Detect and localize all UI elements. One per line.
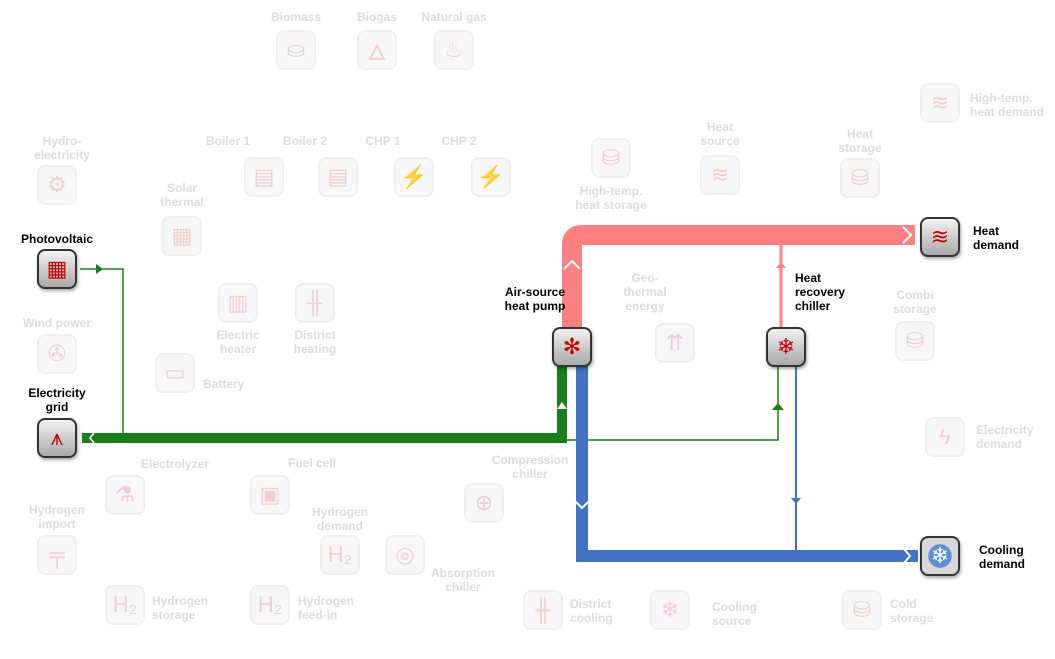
node-label-heat-source: Heat source (700, 120, 740, 148)
lightning-icon[interactable]: ϟ (925, 417, 965, 457)
node-label-heat-demand: Heat demand (973, 224, 1020, 252)
node-label-grid: Electricity grid (28, 386, 86, 414)
water-wheel-icon[interactable]: ⚙ (37, 165, 77, 205)
flame-icon[interactable]: ♨ (434, 30, 474, 70)
tank-icon[interactable]: ⛁ (840, 158, 880, 198)
node-label-h2-demand: Hydrogen demand (311, 505, 368, 533)
tank-icon[interactable]: ⛁ (895, 321, 935, 361)
solar-collector-icon[interactable]: ▦ (162, 216, 202, 256)
electricity-pipe-grid (82, 362, 567, 443)
node-label-absorption-chiller: Absorption chiller (431, 566, 495, 594)
district-heating-icon[interactable]: ╫ (295, 283, 335, 323)
node-label-photovoltaic: Photovoltaic (20, 232, 93, 246)
boiler-icon[interactable]: ▤ (318, 157, 358, 197)
node-label-ht-storage: High-temp. heat storage (575, 184, 647, 212)
node-label-geothermal: Geo- thermal energy (623, 271, 667, 313)
node-label-wind: Wind power (23, 316, 91, 330)
electricity-flow-arrow (772, 403, 784, 410)
node-label-h2-import: Hydrogen import (28, 503, 85, 531)
node-label-heat-storage: Heat storage (838, 127, 882, 155)
heat-recovery-chiller-icon[interactable]: ❄ (766, 327, 806, 367)
boiler-icon[interactable]: ▤ (244, 157, 284, 197)
electricity-flow-arrow (96, 264, 103, 274)
node-label-compression-chiller: Compression chiller (491, 453, 569, 481)
snowflake-icon[interactable]: ❄ (650, 590, 690, 630)
cooling-pipe-main (576, 364, 918, 562)
node-label-district-cooling: District cooling (570, 597, 613, 625)
node-label-high-temp-heat-demand: High-temp. heat demand (970, 91, 1045, 119)
node-label-hydro: Hydro- electricity (33, 134, 91, 162)
heat-waves-icon[interactable]: ≋ (920, 217, 960, 257)
engine-icon[interactable]: ⚡ (394, 157, 434, 197)
h2-feed-icon[interactable]: H₂ (250, 585, 290, 625)
node-label-hr-chiller: Heat recovery chiller (795, 271, 846, 313)
engine-icon[interactable]: ⚡ (471, 157, 511, 197)
cooling-flow-arrow (791, 498, 801, 504)
heat-pump-icon[interactable]: ✻ (552, 327, 592, 367)
district-cooling-icon[interactable]: ╫ (523, 590, 563, 630)
node-label-h2-feedin: Hydrogen feed-in (298, 594, 355, 622)
electricity-pipe-chiller (566, 366, 779, 441)
pylon-icon[interactable]: ⩚ (37, 418, 77, 458)
node-label-electrolyzer: Electrolyzer (140, 457, 210, 471)
electric-heater-icon[interactable]: ▥ (218, 283, 258, 323)
node-label-h2-storage: Hydrogen storage (152, 594, 209, 622)
wind-turbine-icon[interactable]: ✇ (37, 334, 77, 374)
bio-flame-icon[interactable]: 🜂 (357, 30, 397, 70)
solar-panel-icon[interactable]: ▦ (37, 249, 77, 289)
node-label-cold-storage: Cold storage (890, 597, 934, 625)
node-label-combi-storage: Combi storage (893, 288, 937, 316)
node-label-solar-thermal: Solar thermal (160, 181, 204, 209)
tank-icon[interactable]: ⛁ (591, 138, 631, 178)
node-label-fuel-cell: Fuel cell (287, 456, 337, 470)
heat-flow-arrow (776, 262, 786, 268)
node-label-battery: Battery (203, 377, 245, 391)
snowflake-icon[interactable]: ❄ (920, 536, 960, 576)
heat-waves-icon[interactable]: ≋ (920, 83, 960, 123)
hydrogen-pipe-icon[interactable]: ╤ (37, 535, 77, 575)
node-label-ashp: Air-source heat pump (504, 285, 566, 313)
heat-source-icon[interactable]: ≋ (700, 155, 740, 195)
compressor-icon[interactable]: ⊕ (464, 483, 504, 523)
node-label-cooling-source: Cooling source (712, 600, 757, 628)
node-label-natural-gas: Natural gas (421, 10, 487, 24)
node-label-elec-demand: Electricity demand (976, 423, 1034, 451)
geothermal-icon[interactable]: ⇈ (655, 323, 695, 363)
battery-icon[interactable]: ▭ (155, 353, 195, 393)
logs-icon[interactable]: ⛀ (276, 30, 316, 70)
node-label-district-heating: District heating (293, 328, 337, 356)
tank-icon[interactable]: ⛁ (842, 590, 882, 630)
h2-icon[interactable]: H₂ (320, 535, 360, 575)
h2-tank-icon[interactable]: H₂ (105, 585, 145, 625)
node-label-cooling-demand: Cooling demand (979, 543, 1026, 571)
node-label-chp2: CHP 2 (441, 134, 477, 148)
